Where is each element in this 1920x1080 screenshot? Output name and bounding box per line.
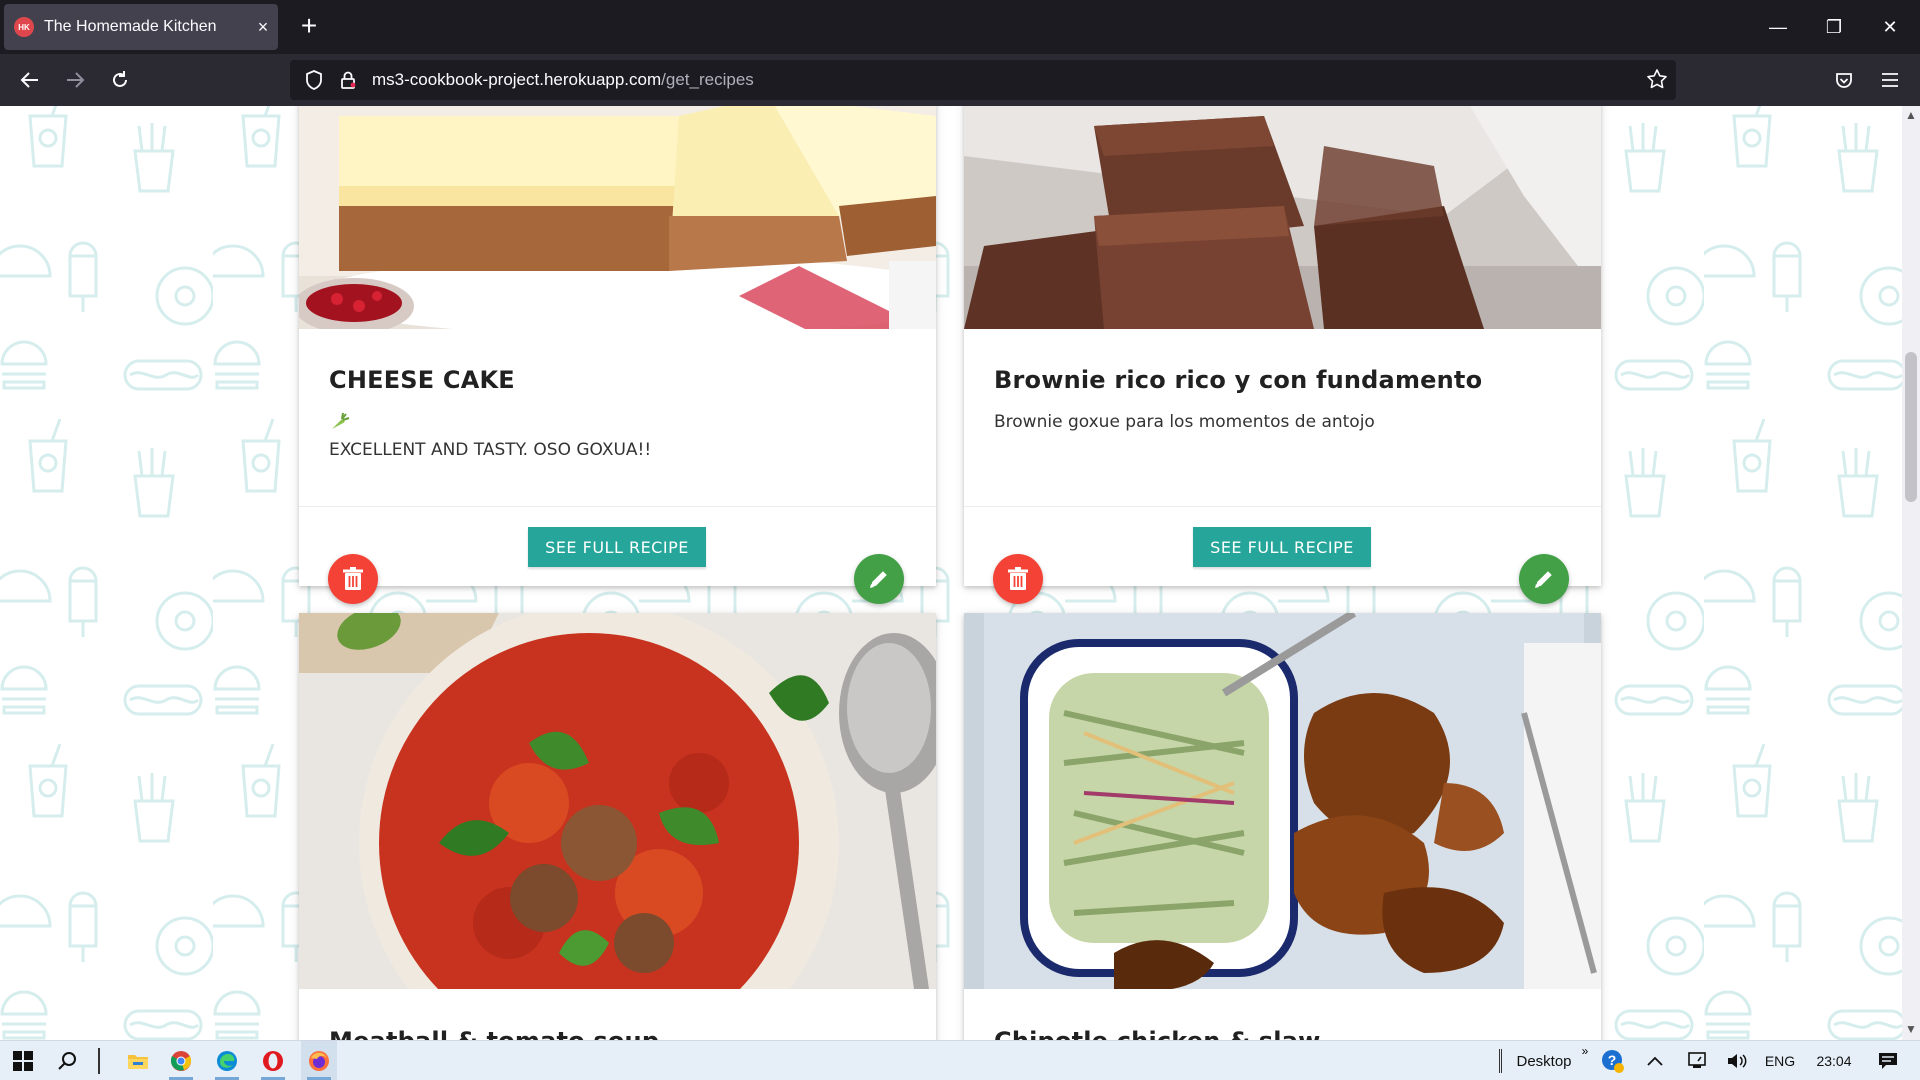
card-action: SEE FULL RECIPE xyxy=(964,506,1601,586)
recipe-card: Meatball & tomato soup xyxy=(299,613,936,1040)
pencil-icon xyxy=(870,571,887,588)
tab-title: The Homemade Kitchen xyxy=(44,18,217,35)
bookmark-star-icon[interactable] xyxy=(1646,68,1668,95)
edit-recipe-button[interactable] xyxy=(854,554,904,604)
site-favicon-icon: HK xyxy=(14,17,34,37)
volume-tray-icon[interactable] xyxy=(1720,1041,1754,1080)
recipe-title[interactable]: Meatball & tomato soup xyxy=(329,1027,906,1040)
recipe-title[interactable]: Chipotle chicken & slaw xyxy=(994,1027,1571,1040)
trash-icon xyxy=(1008,567,1028,590)
card-content: Brownie rico rico y con fundamento Brown… xyxy=(964,366,1601,432)
tab-close-icon[interactable]: × xyxy=(248,17,278,38)
close-window-button[interactable]: ✕ xyxy=(1862,0,1918,54)
see-full-recipe-button[interactable]: SEE FULL RECIPE xyxy=(1193,527,1371,567)
delete-recipe-button[interactable] xyxy=(993,554,1043,604)
url-domain: ms3-cookbook-project.herokuapp.com xyxy=(372,70,662,89)
arrow-left-icon xyxy=(20,72,38,88)
delete-recipe-button[interactable] xyxy=(328,554,378,604)
scroll-down-icon[interactable]: ▼ xyxy=(1902,1022,1920,1038)
recipe-image-cheesecake[interactable] xyxy=(299,106,936,329)
recipe-card: Brownie rico rico y con fundamento Brown… xyxy=(964,106,1601,604)
carrot-icon xyxy=(329,410,906,432)
card-action: SEE FULL RECIPE xyxy=(299,506,936,586)
chrome-taskbar[interactable] xyxy=(163,1041,199,1080)
help-tray-icon[interactable]: ? xyxy=(1596,1041,1630,1080)
network-tray-icon[interactable] xyxy=(1680,1041,1714,1080)
language-indicator[interactable]: ENG xyxy=(1760,1041,1800,1080)
back-button[interactable] xyxy=(12,62,48,98)
reload-icon xyxy=(113,71,127,87)
firefox-icon xyxy=(309,1051,329,1071)
browser-tab-active[interactable]: HK The Homemade Kitchen × xyxy=(4,4,278,50)
notifications-button[interactable] xyxy=(1866,1041,1910,1080)
pencil-icon xyxy=(1535,571,1552,588)
url-text: ms3-cookbook-project.herokuapp.com/get_r… xyxy=(372,70,754,90)
folder-icon xyxy=(128,1055,148,1069)
recipe-description: EXCELLENT AND TASTY. OSO GOXUA!! xyxy=(329,440,652,460)
app-menu-button[interactable] xyxy=(1872,62,1908,98)
scroll-up-icon[interactable]: ▲ xyxy=(1902,108,1920,124)
chrome-icon xyxy=(170,1051,192,1071)
url-path: /get_recipes xyxy=(661,70,754,89)
trash-icon xyxy=(343,567,363,590)
recipe-title[interactable]: Brownie rico rico y con fundamento xyxy=(994,366,1571,394)
edge-icon xyxy=(217,1051,237,1071)
show-hidden-icons-chevron-icon[interactable] xyxy=(1640,1041,1670,1080)
edit-recipe-button[interactable] xyxy=(1519,554,1569,604)
browser-nav-bar: ms3-cookbook-project.herokuapp.com/get_r… xyxy=(0,54,1920,106)
card-content: CHEESE CAKE EXCELLENT AND TASTY. OSO GOX… xyxy=(299,366,936,460)
card-content: Meatball & tomato soup xyxy=(299,1027,936,1040)
search-icon xyxy=(58,1052,76,1070)
notification-icon xyxy=(1879,1053,1897,1069)
food-pattern-background xyxy=(0,106,1902,1040)
forward-button[interactable] xyxy=(57,62,93,98)
lock-icon[interactable] xyxy=(334,70,362,90)
minimize-button[interactable]: — xyxy=(1750,0,1806,54)
edge-taskbar[interactable] xyxy=(209,1041,245,1080)
arrow-right-icon xyxy=(67,72,85,88)
hamburger-menu-icon xyxy=(1882,73,1898,87)
recipe-card: Chipotle chicken & slaw xyxy=(964,613,1601,1040)
recipe-card: CHEESE CAKE EXCELLENT AND TASTY. OSO GOX… xyxy=(299,106,936,604)
recipe-image-brownie[interactable] xyxy=(964,106,1601,329)
windows-logo-icon xyxy=(13,1051,33,1071)
start-button[interactable] xyxy=(6,1041,40,1080)
new-tab-button[interactable]: + xyxy=(292,10,326,44)
see-full-recipe-button[interactable]: SEE FULL RECIPE xyxy=(528,527,706,567)
browser-tab-bar: HK The Homemade Kitchen × + — ❐ ✕ xyxy=(0,0,1920,54)
pocket-icon xyxy=(1836,73,1852,88)
taskbar-separator-icon xyxy=(1496,1041,1504,1080)
scrollbar-thumb[interactable] xyxy=(1905,352,1917,502)
reload-button[interactable] xyxy=(102,62,138,98)
recipe-title[interactable]: CHEESE CAKE xyxy=(329,366,906,394)
clock-time[interactable]: 23:04 xyxy=(1804,1041,1864,1080)
file-explorer-taskbar[interactable] xyxy=(120,1041,156,1080)
recipe-image-chipotle-chicken[interactable] xyxy=(964,613,1601,989)
page-viewport: CHEESE CAKE EXCELLENT AND TASTY. OSO GOX… xyxy=(0,106,1902,1040)
card-content: Chipotle chicken & slaw xyxy=(964,1027,1601,1040)
toolbar-overflow-chevron-icon[interactable]: » xyxy=(1578,1031,1592,1071)
tracking-shield-icon[interactable] xyxy=(300,70,328,90)
windows-taskbar: Desktop » ? ENG 23:04 xyxy=(0,1040,1920,1080)
task-view-icon[interactable] xyxy=(92,1041,106,1080)
recipe-description: Brownie goxue para los momentos de antoj… xyxy=(994,412,1375,432)
opera-icon xyxy=(263,1051,283,1071)
address-bar[interactable]: ms3-cookbook-project.herokuapp.com/get_r… xyxy=(290,60,1676,100)
recipe-image-meatball-soup[interactable] xyxy=(299,613,936,989)
desktop-toolbar[interactable]: Desktop xyxy=(1510,1041,1578,1080)
firefox-taskbar[interactable] xyxy=(301,1041,337,1080)
restore-button[interactable]: ❐ xyxy=(1806,0,1862,54)
opera-taskbar[interactable] xyxy=(255,1041,291,1080)
search-button[interactable] xyxy=(50,1041,84,1080)
pocket-button[interactable] xyxy=(1826,62,1862,98)
page-scrollbar[interactable]: ▲ ▼ xyxy=(1902,106,1920,1040)
